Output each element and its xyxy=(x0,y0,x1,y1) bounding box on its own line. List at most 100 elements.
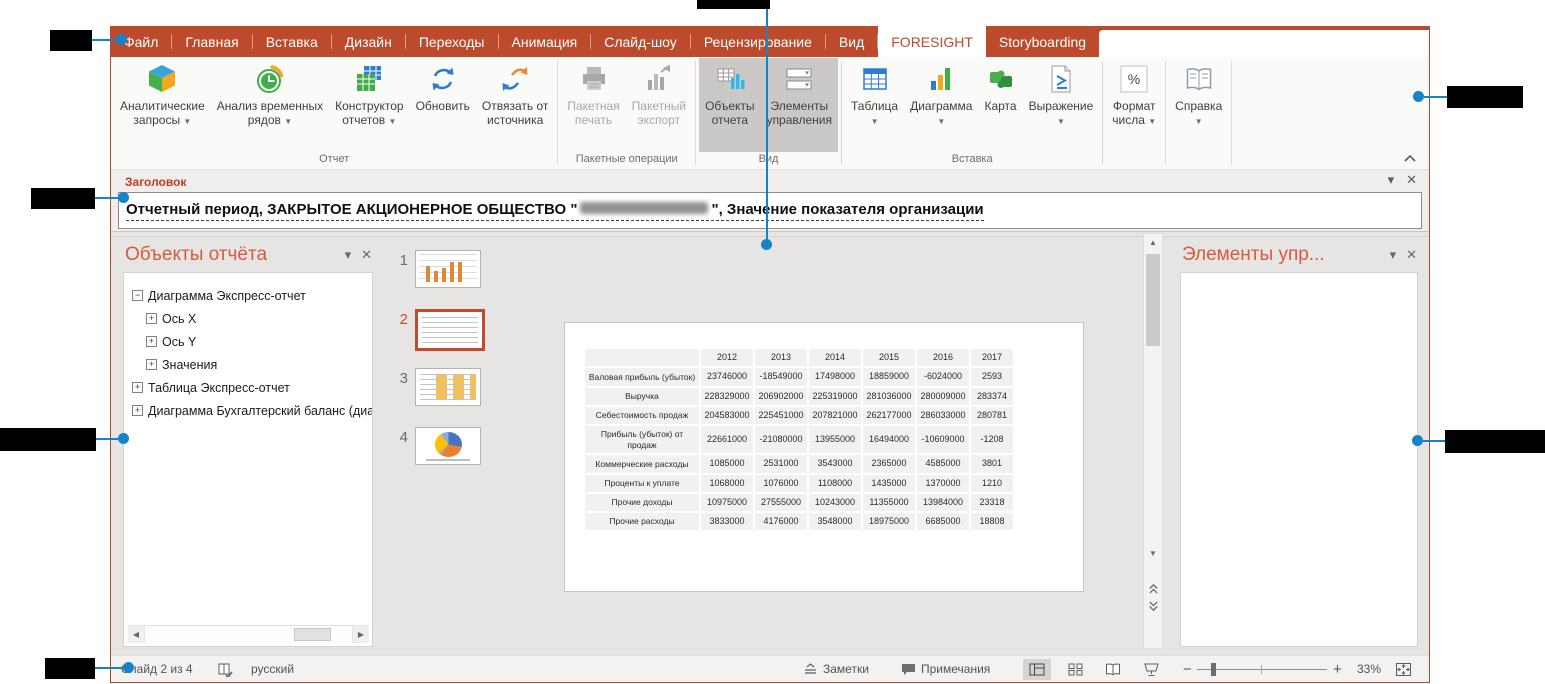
ribbon-button-report-objects[interactable]: Объектыотчета xyxy=(699,58,761,152)
vscroll-thumb[interactable] xyxy=(1146,254,1160,346)
zoom-slider-center-tick xyxy=(1261,665,1262,674)
zoom-slider-track[interactable] xyxy=(1197,669,1327,670)
scroll-left-icon[interactable]: ◀ xyxy=(128,626,144,643)
table-row: Выручка228329000206902000225319000281036… xyxy=(585,388,1013,405)
redaction-callout-ribbon-right xyxy=(1447,86,1523,108)
callout-line xyxy=(95,667,124,669)
slide-canvas[interactable]: 201220132014201520162017Валовая прибыль … xyxy=(564,322,1084,592)
expand-node-icon[interactable]: + xyxy=(146,359,157,370)
report-objects-menu-icon[interactable]: ▾ xyxy=(345,247,352,263)
collapse-ribbon-icon[interactable] xyxy=(1403,153,1417,163)
thumbnail-image[interactable] xyxy=(415,427,481,465)
next-slide-icon[interactable] xyxy=(1145,598,1161,614)
zoom-slider-handle[interactable] xyxy=(1211,663,1216,676)
zoom-level[interactable]: 33% xyxy=(1357,656,1381,682)
tab-слайд-шоу[interactable]: Слайд-шоу xyxy=(591,26,690,57)
slide-thumbnail-2[interactable]: 2 xyxy=(392,309,485,351)
expand-node-icon[interactable]: + xyxy=(132,405,143,416)
ribbon-button-help[interactable]: Справка▼ xyxy=(1169,58,1228,152)
vertical-scrollbar[interactable]: ▲ ▼ xyxy=(1143,233,1163,649)
tab-вставка[interactable]: Вставка xyxy=(253,26,331,57)
tab-главная[interactable]: Главная xyxy=(172,26,251,57)
ribbon-button-controls[interactable]: Элементыуправления xyxy=(761,58,838,152)
slide-number: 3 xyxy=(392,368,408,387)
slide-thumbnail-4[interactable]: 4 xyxy=(392,427,481,465)
controls-panel-menu-icon[interactable]: ▾ xyxy=(1390,247,1397,263)
ribbon-group-extra-4: %Форматчисла ▼ xyxy=(1103,57,1165,169)
reading-view-button[interactable] xyxy=(1099,659,1127,680)
spell-check-icon[interactable] xyxy=(217,656,233,682)
slide-sorter-view-button[interactable] xyxy=(1061,659,1089,680)
report-title-textbox[interactable]: Отчетный период, ЗАКРЫТОЕ АКЦИОНЕРНОЕ ОБ… xyxy=(118,192,1422,229)
comments-button[interactable]: Примечания xyxy=(901,656,990,682)
scroll-down-icon[interactable]: ▼ xyxy=(1145,545,1161,562)
tree-item-label: Таблица Экспресс-отчет xyxy=(148,381,290,395)
tree-item[interactable]: +Диаграмма Бухгалтерский баланс (диаг xyxy=(132,399,372,422)
row-label-cell: Прибыль (убыток) от продаж xyxy=(585,426,699,453)
value-cell: 1108000 xyxy=(809,475,861,492)
language-indicator[interactable]: русский xyxy=(251,656,294,682)
thumbnail-image[interactable] xyxy=(415,309,485,351)
tab-анимация[interactable]: Анимация xyxy=(499,26,591,57)
fit-to-window-icon[interactable] xyxy=(1395,656,1412,682)
redaction-callout-title xyxy=(31,188,95,209)
tab-переходы[interactable]: Переходы xyxy=(406,26,498,57)
value-cell: 228329000 xyxy=(701,388,753,405)
zoom-in-button[interactable]: + xyxy=(1333,656,1342,682)
tab-storyboarding[interactable]: Storyboarding xyxy=(986,26,1099,57)
thumbnail-image[interactable] xyxy=(415,368,481,406)
clock-icon xyxy=(254,63,286,95)
scroll-up-icon[interactable]: ▲ xyxy=(1145,234,1161,251)
callout-dot xyxy=(761,239,772,250)
tree-item[interactable]: + Таблица Экспресс-отчет xyxy=(132,376,372,399)
ribbon-button-insert-table[interactable]: Таблица▼ xyxy=(845,58,904,152)
zoom-out-button[interactable]: − xyxy=(1183,656,1192,682)
tab-дизайн[interactable]: Дизайн xyxy=(332,26,405,57)
tab-foresight[interactable]: FORESIGHT xyxy=(878,26,986,57)
previous-slide-icon[interactable] xyxy=(1145,580,1161,596)
tab-рецензирование[interactable]: Рецензирование xyxy=(691,26,825,57)
value-cell: 262177000 xyxy=(863,407,915,424)
normal-view-button[interactable] xyxy=(1023,659,1051,680)
tree-item[interactable]: −Диаграмма Экспресс-отчет xyxy=(132,284,372,307)
slide-thumbnail-1[interactable]: 1 xyxy=(392,250,481,288)
ribbon-button-insert-expression[interactable]: Выражение▼ xyxy=(1023,58,1100,152)
ribbon-button-time-series-analysis[interactable]: Анализ временныхрядов ▼ xyxy=(211,58,329,152)
slide-thumbnail-3[interactable]: 3 xyxy=(392,368,481,406)
comments-icon xyxy=(901,663,916,676)
thumbnail-image[interactable] xyxy=(415,250,481,288)
title-panel-menu-icon[interactable]: ▾ xyxy=(1388,172,1395,188)
title-panel-close-icon[interactable]: ✕ xyxy=(1406,172,1417,188)
expand-node-icon[interactable]: + xyxy=(146,336,157,347)
value-cell: 3801 xyxy=(971,455,1013,472)
tab-вид[interactable]: Вид xyxy=(826,26,877,57)
ribbon-button-number-format[interactable]: %Форматчисла ▼ xyxy=(1106,58,1162,152)
horizontal-scrollbar[interactable]: ◀ ▶ xyxy=(128,625,369,643)
ribbon-group-label xyxy=(1169,152,1228,169)
dropdown-arrow-icon: ▼ xyxy=(388,117,396,126)
callout-dot xyxy=(123,662,134,673)
tree-item[interactable]: +Ось X xyxy=(132,307,372,330)
expand-node-icon[interactable]: + xyxy=(132,382,143,393)
tree-item[interactable]: +Значения xyxy=(132,353,372,376)
slide-number: 1 xyxy=(392,250,408,269)
row-label-cell: Валовая прибыль (убыток) xyxy=(585,368,699,385)
tree-item[interactable]: +Ось Y xyxy=(132,330,372,353)
table-row: Себестоимость продаж20458300022545100020… xyxy=(585,407,1013,424)
value-cell: -10609000 xyxy=(917,426,969,453)
controls-panel-close-icon[interactable]: ✕ xyxy=(1406,247,1417,263)
expand-node-icon[interactable]: + xyxy=(146,313,157,324)
notes-button[interactable]: Заметки xyxy=(803,656,869,682)
ribbon-button-insert-map[interactable]: Карта xyxy=(978,58,1022,152)
scroll-right-icon[interactable]: ▶ xyxy=(353,626,369,643)
ribbon-button-unbind-from-source[interactable]: Отвязать отисточника xyxy=(476,58,554,152)
report-objects-close-icon[interactable]: ✕ xyxy=(361,247,372,263)
callout-dot xyxy=(1413,91,1424,102)
slideshow-view-button[interactable] xyxy=(1137,659,1165,680)
ribbon-button-analytical-queries[interactable]: Аналитическиезапросы ▼ xyxy=(114,58,211,152)
hscroll-thumb[interactable] xyxy=(294,628,331,641)
ribbon-button-refresh[interactable]: Обновить xyxy=(410,58,476,152)
ribbon-button-insert-chart[interactable]: Диаграмма▼ xyxy=(904,58,978,152)
collapse-node-icon[interactable]: − xyxy=(132,290,143,301)
ribbon-button-report-builder[interactable]: Конструкторотчетов ▼ xyxy=(329,58,409,152)
